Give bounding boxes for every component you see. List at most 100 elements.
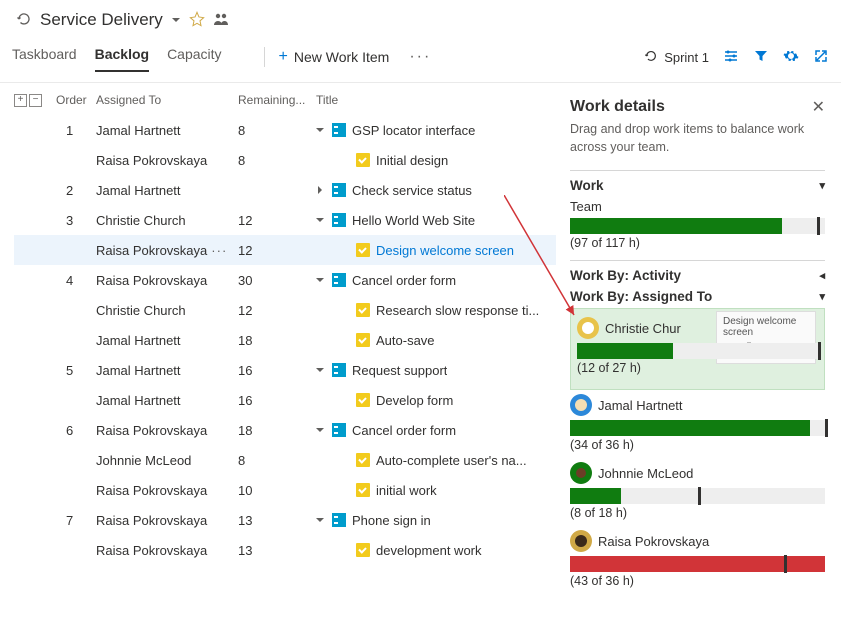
work-item-title[interactable]: Auto-save [376, 333, 435, 348]
fullscreen-icon[interactable] [813, 48, 829, 67]
filter-icon[interactable] [753, 48, 769, 67]
backlog-row[interactable]: 1Jamal Hartnett8GSP locator interface [14, 115, 556, 145]
work-item-title[interactable]: Hello World Web Site [352, 213, 475, 228]
tree-toggle-icon[interactable] [316, 126, 326, 134]
tree-toggle-icon[interactable] [316, 216, 326, 224]
assigned-section-header[interactable]: Work By: Assigned To ▾ [570, 287, 825, 308]
settings-sliders-icon[interactable] [723, 48, 739, 67]
team-icon[interactable] [213, 11, 229, 30]
column-order[interactable]: Order [56, 93, 96, 107]
backlog-row[interactable]: Raisa Pokrovskaya10 initial work [14, 475, 556, 505]
cell-remaining[interactable]: 18 [238, 423, 316, 438]
backlog-row[interactable]: Raisa Pokrovskaya···12 Design welcome scr… [14, 235, 556, 265]
cell-title[interactable]: development work [316, 543, 556, 558]
tree-toggle-icon[interactable] [316, 426, 326, 434]
cell-title[interactable]: Develop form [316, 393, 556, 408]
cell-assigned[interactable]: Christie Church [96, 213, 238, 228]
cell-assigned[interactable]: Jamal Hartnett [96, 393, 238, 408]
cell-title[interactable]: Auto-complete user's na... [316, 453, 556, 468]
gear-icon[interactable] [783, 48, 799, 67]
cell-assigned[interactable]: Jamal Hartnett [96, 123, 238, 138]
work-section-header[interactable]: Work ▾ [570, 170, 825, 197]
column-assigned[interactable]: Assigned To [96, 93, 238, 107]
cell-remaining[interactable]: 8 [238, 453, 316, 468]
chevron-down-icon[interactable] [171, 13, 181, 28]
cell-title[interactable]: Cancel order form [316, 423, 556, 438]
cell-assigned[interactable]: Raisa Pokrovskaya··· [96, 243, 238, 258]
work-item-title[interactable]: GSP locator interface [352, 123, 475, 138]
backlog-row[interactable]: Jamal Hartnett18 Auto-save [14, 325, 556, 355]
cell-assigned[interactable]: Jamal Hartnett [96, 183, 238, 198]
expand-all-button[interactable]: + [14, 94, 27, 107]
cell-remaining[interactable]: 16 [238, 363, 316, 378]
backlog-row[interactable]: Christie Church12 Research slow response … [14, 295, 556, 325]
cell-remaining[interactable]: 10 [238, 483, 316, 498]
more-actions-button[interactable]: ··· [409, 48, 431, 66]
cell-assigned[interactable]: Raisa Pokrovskaya [96, 273, 238, 288]
sprint-picker[interactable]: Sprint 1 [644, 49, 709, 66]
backlog-row[interactable]: 6Raisa Pokrovskaya18Cancel order form [14, 415, 556, 445]
tree-toggle-icon[interactable] [316, 516, 326, 524]
tab-taskboard[interactable]: Taskboard [12, 42, 77, 72]
cell-remaining[interactable]: 13 [238, 543, 316, 558]
backlog-row[interactable]: Jamal Hartnett16 Develop form [14, 385, 556, 415]
work-item-title[interactable]: Cancel order form [352, 423, 456, 438]
cell-remaining[interactable]: 8 [238, 153, 316, 168]
tree-toggle-icon[interactable] [316, 366, 326, 374]
cell-title[interactable]: Design welcome screen [316, 243, 556, 258]
cell-remaining[interactable]: 30 [238, 273, 316, 288]
cell-remaining[interactable]: 12 [238, 243, 316, 258]
cell-assigned[interactable]: Johnnie McLeod [96, 453, 238, 468]
cell-assigned[interactable]: Raisa Pokrovskaya [96, 423, 238, 438]
work-item-title[interactable]: Check service status [352, 183, 472, 198]
new-work-item-button[interactable]: + New Work Item [279, 48, 390, 66]
cell-remaining[interactable]: 16 [238, 393, 316, 408]
cell-remaining[interactable]: 12 [238, 303, 316, 318]
work-item-title[interactable]: initial work [376, 483, 437, 498]
cell-title[interactable]: Request support [316, 363, 556, 378]
work-item-title[interactable]: Cancel order form [352, 273, 456, 288]
backlog-row[interactable]: Raisa Pokrovskaya8 Initial design [14, 145, 556, 175]
work-item-title[interactable]: Phone sign in [352, 513, 431, 528]
cell-title[interactable]: Phone sign in [316, 513, 556, 528]
backlog-row[interactable]: 7Raisa Pokrovskaya13Phone sign in [14, 505, 556, 535]
backlog-row[interactable]: 3Christie Church12Hello World Web Site [14, 205, 556, 235]
cell-title[interactable]: Research slow response ti... [316, 303, 556, 318]
cell-title[interactable]: GSP locator interface [316, 123, 556, 138]
row-more-icon[interactable]: ··· [211, 243, 227, 258]
cell-assigned[interactable]: Jamal Hartnett [96, 333, 238, 348]
cell-title[interactable]: Initial design [316, 153, 556, 168]
backlog-row[interactable]: 5Jamal Hartnett16Request support [14, 355, 556, 385]
cell-title[interactable]: Cancel order form [316, 273, 556, 288]
cell-remaining[interactable]: 8 [238, 123, 316, 138]
tab-capacity[interactable]: Capacity [167, 42, 221, 72]
work-item-title[interactable]: Design welcome screen [376, 243, 514, 258]
cell-title[interactable]: Check service status [316, 183, 556, 198]
work-item-title[interactable]: Auto-complete user's na... [376, 453, 527, 468]
cell-assigned[interactable]: Raisa Pokrovskaya [96, 483, 238, 498]
tab-backlog[interactable]: Backlog [95, 42, 149, 72]
work-item-title[interactable]: Request support [352, 363, 447, 378]
column-title[interactable]: Title [316, 93, 556, 107]
cell-assigned[interactable]: Raisa Pokrovskaya [96, 153, 238, 168]
backlog-row[interactable]: 4Raisa Pokrovskaya30Cancel order form [14, 265, 556, 295]
tree-toggle-icon[interactable] [316, 186, 326, 194]
work-item-title[interactable]: Initial design [376, 153, 448, 168]
work-item-title[interactable]: Research slow response ti... [376, 303, 539, 318]
tree-toggle-icon[interactable] [316, 276, 326, 284]
column-remaining[interactable]: Remaining... [238, 93, 316, 107]
backlog-row[interactable]: 2Jamal HartnettCheck service status [14, 175, 556, 205]
cell-assigned[interactable]: Christie Church [96, 303, 238, 318]
work-item-title[interactable]: Develop form [376, 393, 453, 408]
favorite-star-icon[interactable] [189, 11, 205, 30]
cell-title[interactable]: Auto-save [316, 333, 556, 348]
cell-title[interactable]: initial work [316, 483, 556, 498]
activity-section-header[interactable]: Work By: Activity ◂ [570, 260, 825, 287]
cell-remaining[interactable]: 18 [238, 333, 316, 348]
cell-assigned[interactable]: Raisa Pokrovskaya [96, 543, 238, 558]
backlog-row[interactable]: Raisa Pokrovskaya13 development work [14, 535, 556, 565]
collapse-all-button[interactable]: − [29, 94, 42, 107]
cell-remaining[interactable]: 12 [238, 213, 316, 228]
work-item-title[interactable]: development work [376, 543, 482, 558]
cell-title[interactable]: Hello World Web Site [316, 213, 556, 228]
